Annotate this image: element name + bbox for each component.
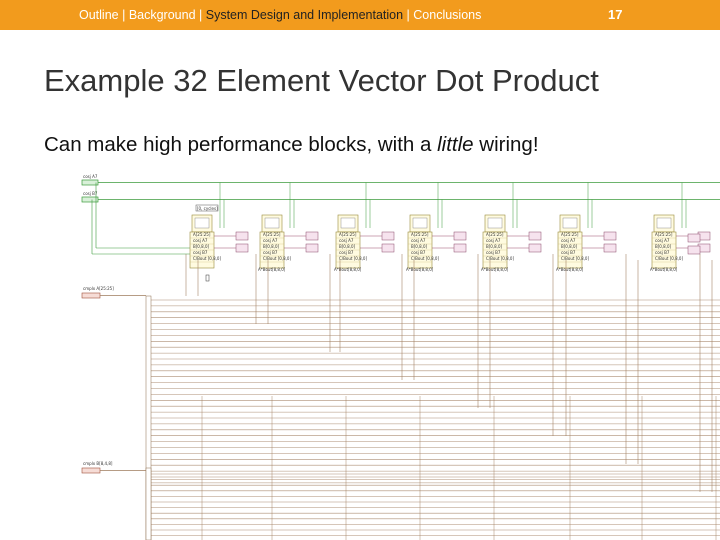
block-icon [656,217,672,229]
slide-title: Example 32 Element Vector Dot Product [44,63,599,98]
block-port-label: B[0,8,0] [193,244,209,249]
block-port-label: A[25:25] [561,232,579,237]
input-terminal [81,467,101,474]
multiply-node [453,231,467,241]
control-terminal [81,196,99,203]
block-port-label: C/Bout [0,8,0] [411,256,439,261]
block-icon [194,217,210,229]
control-label: cosj A7 [83,174,98,179]
dot-product-block-diagram: cosj A7 cosj B7 [0, cycles] A[25:25] cosj A7… [78,168,720,540]
block-port-label: cosj A7 [561,238,576,243]
block-port-label: B[0,8,0] [486,244,502,249]
block-port-label: B[0,8,0] [561,244,577,249]
block-output-label: A*Bout[8,8,0] [258,267,286,272]
block-port-label: cosj B7 [411,250,426,255]
block-port-label: C/Bout [0,8,0] [263,256,291,261]
block-port-label: B[0,8,0] [655,244,671,249]
multiply-node [528,231,542,241]
block-port-label: A[25:25] [411,232,429,237]
block-port-label: cosj A7 [411,238,426,243]
subtitle-text-after: wiring! [473,133,539,156]
input-terminal [81,292,101,299]
block-output-label: A*Bout[8,8,0] [556,267,584,272]
block-port-label: B[0,8,0] [339,244,355,249]
block-port-label: cosj A7 [263,238,278,243]
breadcrumb-separator: | [195,8,206,22]
block-icon [562,217,578,229]
block-port-label: A[25:25] [655,232,673,237]
control-label: cosj B7 [83,191,98,196]
block-port-label: cosj B7 [193,250,208,255]
multiply-node [235,231,249,241]
control-terminal [81,179,99,186]
block-icon [264,217,280,229]
multiply-node [381,243,395,253]
block-output-label: A*Bout[8,8,0] [334,267,362,272]
multiply-node [603,243,617,253]
block-port-label: A[25:25] [193,232,211,237]
block-port-label: cosj B7 [339,250,354,255]
block-port-label: cosj A7 [655,238,670,243]
input-label: cmplx A[25:25] [83,286,114,291]
breadcrumb-separator: | [118,8,129,22]
block-port-label: C/Bout [0,8,0] [655,256,683,261]
multiply-node [528,243,542,253]
junction-mark [205,274,210,282]
breadcrumb-item-outline[interactable]: Outline [79,8,119,22]
multiply-node [305,243,319,253]
block-port-label: A[25:25] [339,232,357,237]
multiply-node [235,243,249,253]
block-port-label: C/Bout [0,8,0] [339,256,367,261]
block-port-label: cosj A7 [339,238,354,243]
bus-bar [145,467,152,540]
breadcrumb-separator: | [403,8,414,22]
block-port-label: B[0,8,0] [411,244,427,249]
breadcrumb-item-conclusions[interactable]: Conclusions [413,8,481,22]
block-port-label: A[25:25] [486,232,504,237]
block-port-label: cosj A7 [486,238,501,243]
block-icon [487,217,503,229]
slide-subtitle: Can make high performance blocks, with a… [44,132,539,158]
block-output-label: A*Bout[8,8,0] [650,267,678,272]
loop-label: [0, cycles] [197,206,218,211]
block-port-label: cosj B7 [561,250,576,255]
block-port-label: C/Bout [0,8,0] [193,256,221,261]
multiply-node [687,245,701,255]
block-port-label: cosj A7 [193,238,208,243]
block-port-label: cosj B7 [655,250,670,255]
block-icon [412,217,428,229]
breadcrumb-item-system-design-and-implementation[interactable]: System Design and Implementation [206,8,403,22]
multiply-node [603,231,617,241]
block-port-label: B[0,8,0] [263,244,279,249]
block-port-label: cosj B7 [263,250,278,255]
block-port-label: cosj B7 [486,250,501,255]
multiply-node [687,233,701,243]
block-port-label: A[25:25] [263,232,281,237]
block-output-label: A*Bout[8,8,0] [481,267,509,272]
slide-number: 17 [608,7,623,22]
block-icon [340,217,356,229]
breadcrumb: Outline | Background | System Design and… [79,8,481,23]
multiply-node [381,231,395,241]
multiply-node [305,231,319,241]
block-port-label: C/Bout [0,8,0] [561,256,589,261]
breadcrumb-item-background[interactable]: Background [129,8,196,22]
subtitle-emphasis: little [437,133,474,156]
block-output-label: A*Bout[8,8,0] [406,267,434,272]
subtitle-text-before: Can make high performance blocks, with a [44,133,438,156]
multiply-node [453,243,467,253]
input-label: cmplx B[8,4,8] [83,461,113,466]
